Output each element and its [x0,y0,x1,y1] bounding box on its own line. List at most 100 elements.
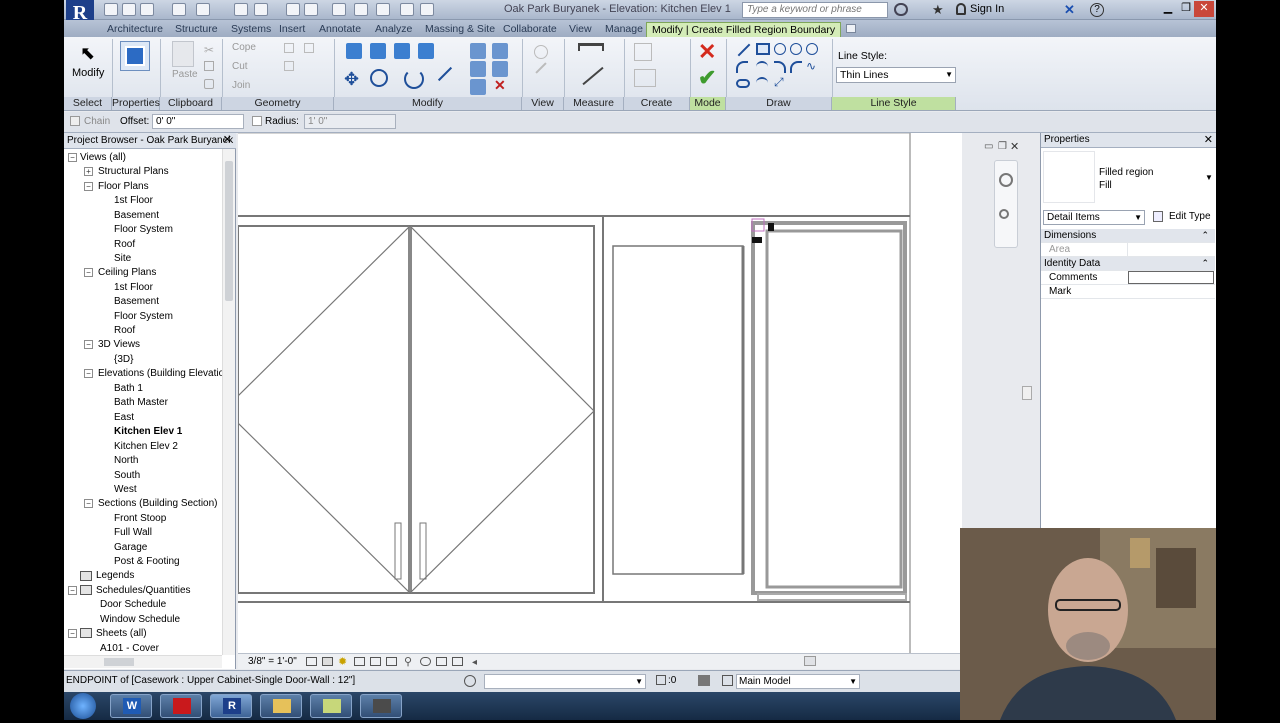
tree-floor-site[interactable]: Site [114,253,131,265]
tree-window-schedule[interactable]: Window Schedule [100,614,180,626]
tab-view[interactable]: View [564,22,597,37]
user-icon[interactable] [956,3,966,15]
tree-legends[interactable]: Legends [96,570,134,582]
tree-floor-basement[interactable]: Basement [114,210,159,222]
tab-analyze[interactable]: Analyze [370,22,417,37]
tab-manage[interactable]: Manage [600,22,648,37]
sun-path-icon[interactable]: ✹ [338,655,347,670]
canvas-vertical-scroll-thumb[interactable] [1022,386,1032,400]
tree-elev-kitchen-1[interactable]: Kitchen Elev 1 [114,426,182,438]
align-icon[interactable] [346,43,362,59]
ellipse-icon[interactable] [736,79,750,88]
view-minimize-icon[interactable]: ▭ [984,141,993,152]
close-hidden-icon[interactable] [400,3,414,16]
favorites-icon[interactable]: ★ [932,2,944,18]
tab-architecture[interactable]: Architecture [102,22,168,37]
mirror-draw-icon[interactable] [418,43,434,59]
tree-elev-south[interactable]: South [114,470,140,482]
trim-extend-icon[interactable] [437,66,453,82]
temporary-hide-icon[interactable]: ⚲ [404,655,412,670]
taskbar-word-icon[interactable]: W [110,694,152,718]
reveal-hidden-icon[interactable] [420,657,431,666]
search-input[interactable]: Type a keyword or phrase [742,2,888,18]
tab-structure[interactable]: Structure [170,22,223,37]
tangent-arc-icon[interactable] [774,61,786,73]
draw-circle-icon[interactable] [806,43,818,55]
draw-rectangle-icon[interactable] [756,43,770,55]
tree-floor-1st-floor[interactable]: 1st Floor [114,195,153,207]
collapse-group-icon[interactable]: ⌃ [1201,257,1209,270]
taskbar-explorer-icon[interactable] [260,694,302,718]
split-icon[interactable] [470,43,486,59]
tree-ceiling-roof[interactable]: Roof [114,325,135,337]
section-icon[interactable] [354,3,368,16]
partial-ellipse-icon[interactable] [756,77,768,87]
mark-input[interactable] [1128,285,1214,298]
design-option-select[interactable]: Main Model ▼ [736,674,860,689]
radius-input[interactable]: 1' 0" [304,114,396,129]
aligned-dimension-icon[interactable] [582,66,604,86]
measure-distance-icon[interactable] [578,43,604,51]
collapse-toggle[interactable]: − [84,340,93,349]
tab-modify-filled-region[interactable]: Modify | Create Filled Region Boundary [646,22,842,37]
zoom-icon[interactable] [999,209,1009,219]
crop-view-icon[interactable] [370,657,381,666]
minimize-icon[interactable]: ▁ [1158,1,1178,17]
move-icon[interactable]: ✥ [344,69,359,90]
start-button[interactable] [70,693,96,719]
collapse-toggle[interactable]: − [68,586,77,595]
tree-ceiling-plans[interactable]: Ceiling Plans [98,267,156,279]
collapse-toggle[interactable]: − [68,629,77,638]
group-identity-data[interactable]: Identity Data ⌃ [1041,257,1215,271]
delete-icon[interactable]: ✕ [494,77,506,94]
save-icon[interactable] [122,3,136,16]
tree-floor-system[interactable]: Floor System [114,224,173,236]
switch-windows-icon[interactable] [420,3,434,16]
highlight-icon[interactable] [452,657,463,666]
redo-icon[interactable] [196,3,210,16]
tree-sections[interactable]: Sections (Building Section) [98,498,218,510]
undo-icon[interactable] [172,3,186,16]
design-options-icon[interactable] [698,675,710,686]
comments-input[interactable] [1128,271,1214,284]
tree-elev-east[interactable]: East [114,412,134,424]
edit-type-icon[interactable] [1153,211,1163,222]
visual-style-icon[interactable] [322,657,333,666]
detail-level-icon[interactable] [306,657,317,666]
tree-structural-plans[interactable]: Structural Plans [98,166,169,178]
taskbar-acrobat-icon[interactable] [160,694,202,718]
browser-vertical-scrollbar[interactable] [222,149,235,655]
fillet-arc-icon[interactable] [790,61,802,73]
draw-circumscribed-polygon-icon[interactable] [790,43,802,55]
offset-input[interactable]: 0' 0" [152,114,244,129]
editable-only-icon[interactable] [656,675,666,685]
tag-icon[interactable] [286,3,300,16]
finish-edit-mode-button[interactable]: ✔ [698,65,716,91]
tab-collaborate[interactable]: Collaborate [498,22,562,37]
pin-icon[interactable] [492,43,508,59]
measure-icon[interactable] [234,3,248,16]
analysis-icon[interactable] [436,657,447,666]
tree-sheets[interactable]: Sheets (all) [96,628,147,640]
tree-elev-bath-1[interactable]: Bath 1 [114,383,143,395]
tree-ceiling-1st-floor[interactable]: 1st Floor [114,282,153,294]
drawing-area[interactable] [237,132,962,653]
scroll-thumb[interactable] [225,161,233,301]
minimize-ribbon-icon[interactable] [846,24,856,33]
offset-icon[interactable] [370,43,386,59]
worksets-icon[interactable] [464,675,476,687]
canvas-horizontal-scroll-thumb[interactable] [804,656,816,666]
thin-lines-icon[interactable] [376,3,390,16]
tree-schedules[interactable]: Schedules/Quantities [96,585,191,597]
close-icon[interactable]: ✕ [223,133,232,148]
array-icon[interactable] [470,61,486,77]
scale-icon[interactable] [470,79,486,95]
tab-massing-site[interactable]: Massing & Site [420,22,500,37]
close-icon[interactable]: ✕ [1204,133,1213,147]
sync-icon[interactable] [140,3,154,16]
tab-systems[interactable]: Systems [226,22,276,37]
exchange-icon[interactable]: ✕ [1064,2,1075,18]
tree-elevations[interactable]: Elevations (Building Elevatio [98,368,224,380]
tree-door-schedule[interactable]: Door Schedule [100,599,166,611]
override-graphics-icon[interactable] [535,62,547,74]
